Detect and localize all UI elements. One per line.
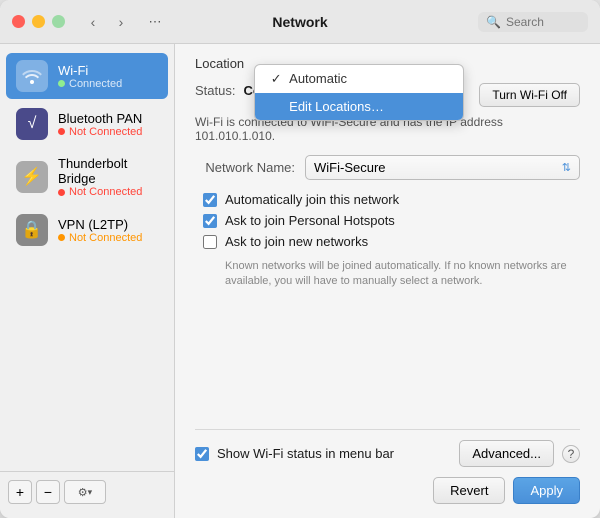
vpn-status: Not Connected [58,232,142,244]
edit-locations-option: Edit Locations… [289,99,384,114]
new-networks-label: Ask to join new networks [225,234,368,249]
main-content: Wi-Fi Connected √ Bluetooth PAN Not Con [0,44,600,518]
auto-join-label: Automatically join this network [225,192,399,207]
sidebar-item-thunderbolt[interactable]: ⚡ Thunderbolt Bridge Not Connected [6,149,168,205]
checkbox-auto-join: Automatically join this network [195,192,580,207]
network-name-dropdown[interactable]: WiFi-Secure ⇅ [305,155,580,180]
wifi-name: Wi-Fi [58,63,122,78]
bluetooth-status-dot [58,128,65,135]
window-title: Network [272,14,327,30]
personal-hotspots-checkbox[interactable] [203,214,217,228]
gear-icon: ⚙ [78,486,88,499]
main-panel: Location ✓ Automatic Edit Locations… [175,44,600,518]
auto-join-checkbox[interactable] [203,193,217,207]
new-networks-checkbox[interactable] [203,235,217,249]
nav-buttons: ‹ › [81,10,133,34]
dropdown-item-edit-locations[interactable]: Edit Locations… [255,93,463,120]
bottom-section: Show Wi-Fi status in menu bar Advanced..… [195,429,580,504]
wifi-status-dot [58,80,65,87]
sidebar: Wi-Fi Connected √ Bluetooth PAN Not Con [0,44,175,518]
select-arrow-icon: ⇅ [562,161,571,174]
thunderbolt-status-dot [58,189,65,196]
automatic-option: Automatic [289,71,347,86]
vpn-name: VPN (L2TP) [58,217,142,232]
bluetooth-status: Not Connected [58,126,142,138]
vpn-icon: 🔒 [16,214,48,246]
show-status-checkbox[interactable] [195,447,209,461]
titlebar: ‹ › ⋯ Network 🔍 [0,0,600,44]
gear-button[interactable]: ⚙ ▾ [64,480,106,504]
dropdown-item-automatic[interactable]: ✓ Automatic [255,65,463,93]
search-box[interactable]: 🔍 [478,12,588,32]
status-label: Status: [195,83,235,98]
dropdown-menu: ✓ Automatic Edit Locations… [254,64,464,121]
action-buttons: Revert Apply [195,477,580,504]
maximize-button[interactable] [52,15,65,28]
bluetooth-text: Bluetooth PAN Not Connected [58,111,142,138]
checkbox-new-networks: Ask to join new networks Known networks … [195,234,580,290]
network-name-label: Network Name: [195,160,295,175]
search-input[interactable] [506,15,586,29]
show-status-label: Show Wi-Fi status in menu bar [217,446,394,461]
question-mark-icon: ? [568,447,575,461]
wifi-icon [16,60,48,92]
checkbox-personal-hotspots: Ask to join Personal Hotspots [195,213,580,228]
sidebar-item-wifi[interactable]: Wi-Fi Connected [6,53,168,99]
back-button[interactable]: ‹ [81,10,105,34]
network-name-value: WiFi-Secure [314,160,386,175]
advanced-button[interactable]: Advanced... [459,440,554,467]
revert-button[interactable]: Revert [433,477,505,504]
show-status-row: Show Wi-Fi status in menu bar Advanced..… [195,440,580,467]
vpn-text: VPN (L2TP) Not Connected [58,217,142,244]
forward-button[interactable]: › [109,10,133,34]
location-bar: Location ✓ Automatic Edit Locations… [195,56,580,71]
bluetooth-icon: √ [16,108,48,140]
help-button[interactable]: ? [562,445,580,463]
close-button[interactable] [12,15,25,28]
network-window: ‹ › ⋯ Network 🔍 Wi-Fi [0,0,600,518]
thunderbolt-icon: ⚡ [16,161,48,193]
sidebar-item-vpn[interactable]: 🔒 VPN (L2TP) Not Connected [6,207,168,253]
thunderbolt-name: Thunderbolt Bridge [58,156,158,186]
new-networks-sublabel: Known networks will be joined automatica… [203,259,580,290]
wifi-text: Wi-Fi Connected [58,63,122,90]
add-network-button[interactable]: + [8,480,32,504]
thunderbolt-text: Thunderbolt Bridge Not Connected [58,156,158,198]
search-icon: 🔍 [486,15,501,29]
vpn-status-dot [58,234,65,241]
sidebar-item-bluetooth[interactable]: √ Bluetooth PAN Not Connected [6,101,168,147]
remove-network-button[interactable]: − [36,480,60,504]
network-name-row: Network Name: WiFi-Secure ⇅ [195,155,580,180]
chevron-down-icon: ▾ [88,487,93,498]
personal-hotspots-label: Ask to join Personal Hotspots [225,213,395,228]
wifi-status: Connected [58,78,122,90]
no-check [269,99,283,114]
traffic-lights [12,15,65,28]
minimize-button[interactable] [32,15,45,28]
sidebar-footer: + − ⚙ ▾ [0,471,174,510]
checkmark-icon: ✓ [269,71,283,87]
location-label: Location [195,56,244,71]
turn-wifi-off-button[interactable]: Turn Wi-Fi Off [479,83,580,107]
grid-icon[interactable]: ⋯ [143,10,167,34]
apply-button[interactable]: Apply [513,477,580,504]
thunderbolt-status: Not Connected [58,186,158,198]
bluetooth-name: Bluetooth PAN [58,111,142,126]
